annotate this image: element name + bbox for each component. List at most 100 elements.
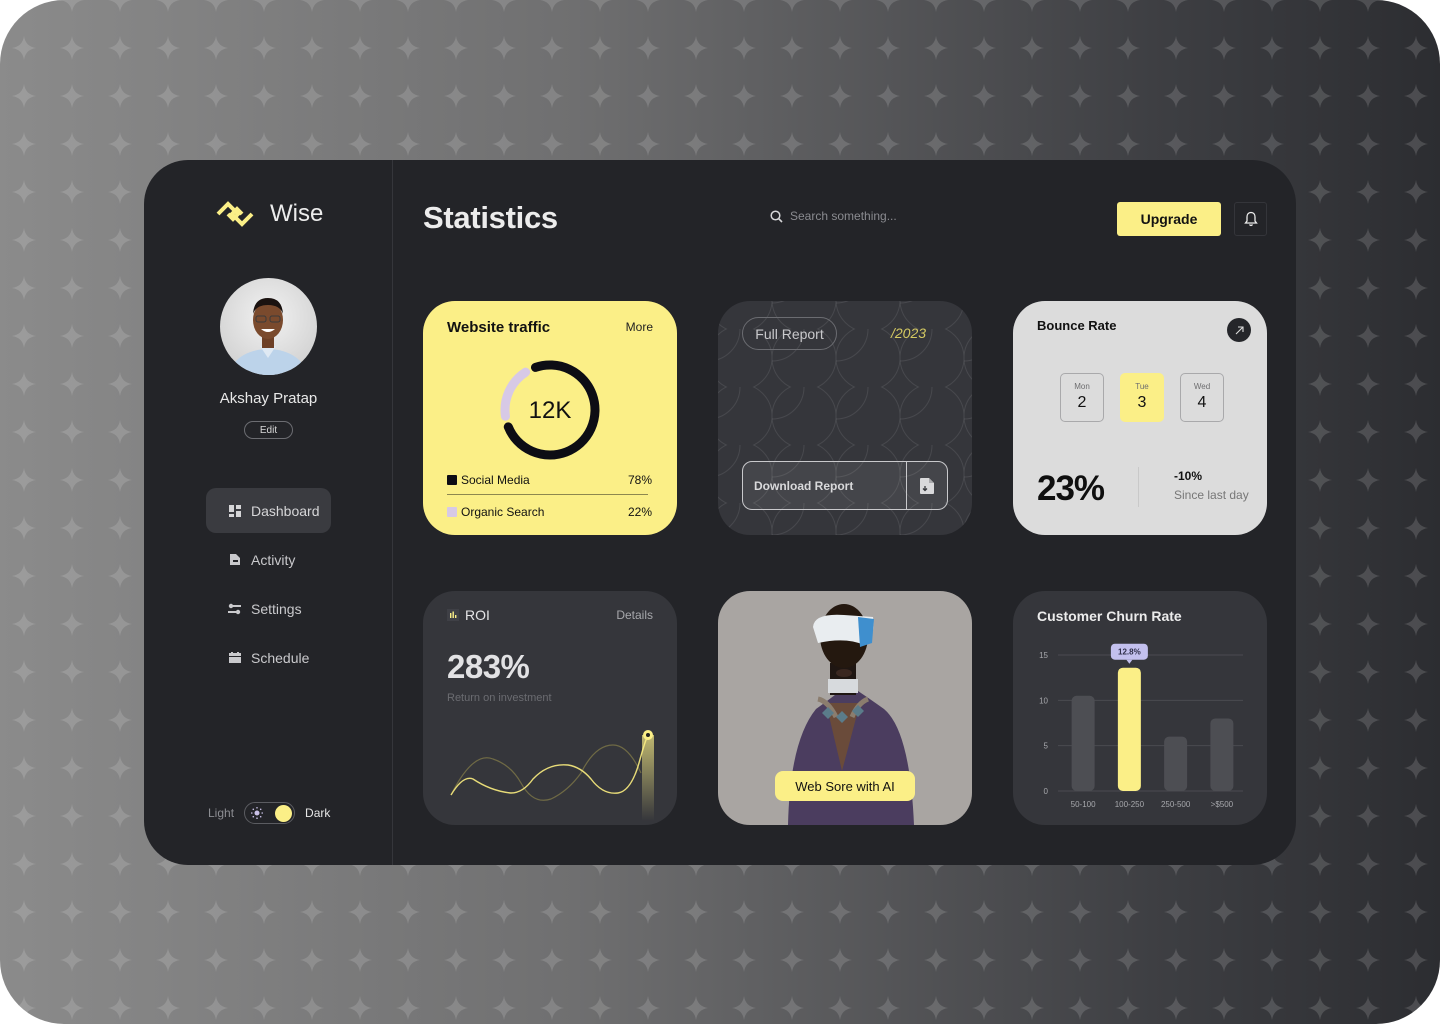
roi-sparkline: [450, 730, 654, 821]
divider: [1138, 467, 1139, 507]
notifications-button[interactable]: [1234, 202, 1267, 236]
arrow-up-right-icon: [1235, 325, 1244, 334]
light-label: Light: [208, 806, 235, 820]
web-store-ai-badge[interactable]: Web Sore with AI: [775, 771, 915, 801]
sidebar-item-dashboard[interactable]: Dashboard: [206, 488, 331, 533]
details-link[interactable]: Details: [616, 608, 653, 622]
sidebar: Wise Akshay Pratap Edit Dashboard Activi…: [144, 160, 393, 865]
user-name: Akshay Pratap: [219, 390, 318, 407]
day-tue[interactable]: Tue 3: [1120, 373, 1164, 422]
search-bar[interactable]: Search something...: [770, 209, 897, 223]
bar-250-500[interactable]: [1164, 736, 1188, 791]
day-mon[interactable]: Mon 2: [1060, 373, 1104, 422]
calendar-icon: [228, 651, 241, 664]
day-value: 2: [1077, 394, 1087, 411]
wise-logo-icon: [216, 201, 254, 227]
upgrade-button[interactable]: Upgrade: [1117, 202, 1221, 236]
tooltip-label: 12.8%: [1118, 648, 1141, 657]
legend-divider: [447, 494, 648, 495]
x-tick-label: >$500: [1211, 800, 1234, 809]
legend-percent: 22%: [627, 505, 652, 519]
day-name: Wed: [1193, 382, 1211, 391]
roi-card: ROI Details 283% Return on investment: [423, 591, 677, 825]
brand-logo[interactable]: Wise: [214, 200, 323, 228]
sidebar-item-label: Settings: [251, 600, 302, 617]
roi-header: ROI: [447, 607, 490, 623]
roi-series-primary: [450, 734, 649, 796]
download-report-button[interactable]: Download Report: [742, 461, 948, 510]
dashboard-window: Wise Akshay Pratap Edit Dashboard Activi…: [144, 160, 1296, 865]
avatar[interactable]: [220, 278, 317, 375]
y-tick-label: 10: [1039, 696, 1048, 705]
day-name: Mon: [1074, 382, 1090, 391]
sidebar-nav: Dashboard Activity Settings Schedule: [206, 488, 331, 684]
churn-bar-chart: 0 5 10 15 50-100 100-250 12.8% 250-500 >$500: [1039, 643, 1243, 809]
roi-title: ROI: [465, 607, 490, 623]
day-selector: Mon 2 Tue 3 Wed 4: [1060, 373, 1224, 422]
more-link[interactable]: More: [626, 320, 653, 334]
roi-subtitle: Return on investment: [447, 692, 552, 704]
ai-store-card[interactable]: Web Sore with AI: [718, 591, 972, 825]
roi-highlight-bar: [642, 735, 654, 821]
legend-swatch: [447, 507, 457, 517]
sun-icon: [251, 807, 264, 819]
bar-tooltip: 12.8%: [1110, 643, 1148, 664]
day-value: 4: [1197, 394, 1207, 411]
dark-label: Dark: [305, 806, 331, 820]
roi-current-point-dot: [646, 733, 650, 737]
download-report-label: Download Report: [743, 462, 907, 509]
legend-organic-search: Organic Search 22%: [447, 505, 652, 519]
legend-label: Social Media: [461, 473, 530, 487]
bar-chart-icon: [447, 609, 459, 621]
day-value: 3: [1137, 394, 1147, 411]
theme-toggle[interactable]: [244, 802, 296, 824]
card-title: Bounce Rate: [1037, 318, 1117, 333]
legend-percent: 78%: [627, 473, 652, 487]
settings-sliders-icon: [228, 602, 241, 615]
sidebar-item-activity[interactable]: Activity: [206, 537, 331, 582]
background-frame: Wise Akshay Pratap Edit Dashboard Activi…: [0, 0, 1440, 1024]
sidebar-item-label: Activity: [251, 551, 296, 568]
open-bounce-rate-button[interactable]: [1227, 318, 1251, 342]
theme-switcher: Light Dark: [208, 802, 330, 824]
x-tick-label: 50-100: [1071, 800, 1096, 809]
file-download-icon: [907, 462, 947, 509]
roi-series-secondary: [450, 744, 642, 801]
x-tick-label: 100-250: [1115, 800, 1145, 809]
legend-social-media: Social Media 78%: [447, 473, 652, 487]
bell-icon: [1243, 211, 1258, 227]
y-tick-label: 15: [1039, 651, 1048, 660]
sidebar-item-schedule[interactable]: Schedule: [206, 635, 331, 680]
search-input[interactable]: Search something...: [790, 209, 897, 223]
bar-50-100[interactable]: [1071, 695, 1095, 791]
edit-profile-button[interactable]: Edit: [244, 421, 293, 439]
search-icon: [770, 209, 783, 223]
user-photo: [230, 298, 306, 375]
day-name: Tue: [1135, 382, 1149, 391]
x-tick-label: 250-500: [1161, 800, 1191, 809]
roi-value: 283%: [447, 648, 530, 685]
traffic-total: 12K: [528, 397, 572, 424]
full-report-card: Full Report /2023 Download Report: [718, 301, 972, 535]
y-tick-label: 0: [1044, 787, 1049, 796]
day-wed[interactable]: Wed 4: [1180, 373, 1224, 422]
dashboard-icon: [228, 504, 241, 517]
report-year: /2023: [891, 325, 927, 341]
activity-icon: [228, 553, 241, 566]
bounce-rate-change: -10%: [1174, 469, 1203, 483]
full-report-button[interactable]: Full Report: [742, 317, 837, 350]
customer-churn-card: Customer Churn Rate 0 5 10 15 50-100 100-250 1…: [1013, 591, 1267, 825]
sidebar-item-settings[interactable]: Settings: [206, 586, 331, 631]
brand-name: Wise: [270, 200, 324, 227]
bounce-rate-value: 23%: [1037, 469, 1105, 508]
legend-label: Organic Search: [461, 505, 545, 519]
y-tick-label: 5: [1044, 742, 1049, 751]
toggle-knob: [275, 805, 293, 822]
website-traffic-card: Website traffic More 12K Social Media 78…: [423, 301, 677, 535]
sidebar-item-label: Dashboard: [251, 502, 320, 519]
legend-swatch: [447, 475, 457, 485]
bounce-rate-card: Bounce Rate Mon 2 Tue 3 Wed 4 23% -10% S…: [1013, 301, 1267, 535]
bar-100-250[interactable]: [1117, 667, 1141, 791]
bar->$500[interactable]: [1210, 718, 1234, 791]
change-period-label: Since last day: [1174, 488, 1249, 502]
